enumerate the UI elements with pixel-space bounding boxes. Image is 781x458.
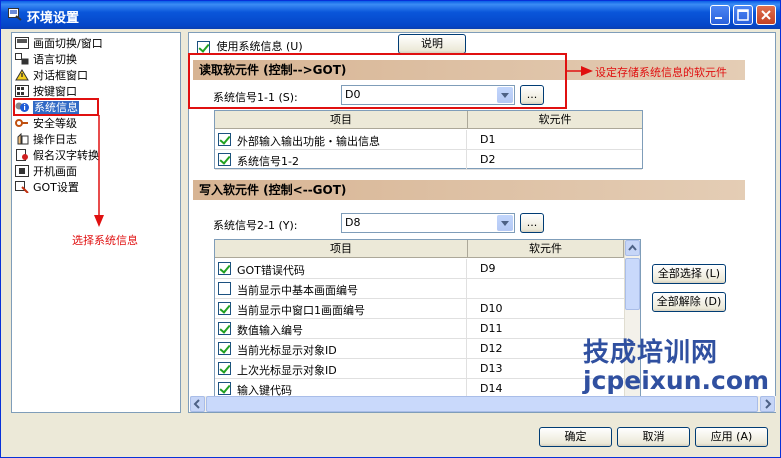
table-row[interactable]: 当前光标显示对象ID D12 [215, 339, 624, 359]
screen-switch-icon [15, 37, 29, 49]
column-header-item: 项目 [215, 240, 468, 258]
column-header-device: 软元件 [468, 111, 642, 129]
environment-settings-window: 环境设置 画面切换/窗口 语言切换 对话框窗口 按键窗口 系统信息 安全等级 操… [0, 0, 781, 458]
tree-item-language[interactable]: 语言切换 [15, 52, 77, 68]
window-title: 环境设置 [27, 11, 80, 26]
use-system-info-checkbox[interactable] [197, 40, 210, 54]
chevron-up-icon [628, 244, 637, 251]
tree-item-startup[interactable]: 开机画面 [15, 164, 77, 180]
apply-button[interactable]: 应用 (A) [695, 427, 768, 447]
column-header-device: 软元件 [468, 240, 624, 258]
scroll-left-button[interactable] [190, 396, 205, 412]
select-all-button[interactable]: 全部选择 (L) [652, 264, 726, 284]
use-system-info-label: 使用系统信息 (U) [216, 40, 303, 53]
language-icon [15, 53, 29, 65]
startup-icon [15, 165, 29, 177]
row-checkbox[interactable] [218, 382, 231, 395]
panel-horizontal-scrollbar[interactable] [190, 396, 776, 412]
row-checkbox[interactable] [218, 362, 231, 375]
tree-item-screen-switch[interactable]: 画面切换/窗口 [15, 36, 103, 52]
explain-button[interactable]: 说明 [398, 34, 466, 54]
close-button[interactable] [756, 5, 776, 25]
tree-item-got-settings[interactable]: GOT设置 [15, 180, 79, 196]
scroll-right-button[interactable] [760, 396, 775, 412]
table-row[interactable]: 当前显示中窗口1画面编号 D10 [215, 299, 624, 319]
row-checkbox[interactable] [218, 342, 231, 355]
table-row[interactable]: 当前显示中基本画面编号 [215, 279, 624, 299]
write-browse-button[interactable]: ... [520, 213, 544, 233]
minimize-icon [715, 17, 722, 19]
row-checkbox[interactable] [218, 133, 231, 146]
row-checkbox[interactable] [218, 153, 231, 166]
horizontal-scroll-thumb[interactable] [206, 396, 758, 412]
table-row[interactable]: 外部输入输出功能・输出信息 D1 [215, 130, 642, 150]
row-checkbox[interactable] [218, 282, 231, 295]
row-checkbox[interactable] [218, 302, 231, 315]
write-section-header: 写入软元件 (控制<--GOT) [193, 180, 745, 200]
highlight-system-info [13, 98, 99, 116]
tree-item-kana-kanji[interactable]: 假名汉字转换 [15, 148, 99, 164]
minimize-button[interactable] [710, 5, 730, 25]
maximize-icon [737, 9, 749, 21]
highlight-read-device [188, 53, 567, 109]
column-header-item: 项目 [215, 111, 468, 129]
cancel-button[interactable]: 取消 [617, 427, 690, 447]
table-row[interactable]: 上次光标显示对象ID D13 [215, 359, 624, 379]
kana-kanji-icon [16, 149, 28, 161]
ok-button[interactable]: 确定 [539, 427, 612, 447]
write-signal-label: 系统信号2-1 (Y): [213, 219, 298, 232]
title-bar[interactable]: 环境设置 [1, 1, 780, 29]
use-system-info-option[interactable]: 使用系统信息 (U) [197, 38, 303, 54]
security-icon [15, 119, 28, 127]
table-row[interactable]: 数值输入编号 D11 [215, 319, 624, 339]
watermark-title: 技成培训网 [583, 338, 719, 368]
tree-item-dialog[interactable]: 对话框窗口 [15, 68, 88, 84]
clear-all-button[interactable]: 全部解除 (D) [652, 292, 726, 312]
arrow-down-icon [94, 115, 104, 227]
window-app-icon [8, 8, 22, 21]
scroll-thumb[interactable] [625, 258, 640, 310]
dialog-icon [15, 69, 29, 81]
read-device-table: 项目 软元件 外部输入输出功能・输出信息 D1 系统信号1-2 D2 [214, 110, 643, 170]
scroll-up-button[interactable] [625, 240, 640, 256]
row-checkbox[interactable] [218, 262, 231, 275]
chevron-right-icon [765, 399, 772, 409]
got-settings-icon [15, 181, 29, 193]
log-icon [17, 133, 29, 145]
write-device-table: 项目 软元件 GOT错误代码 D9 当前显示中基本画面编号 当前显示中窗口1画面… [214, 239, 641, 400]
keypad-icon [15, 85, 29, 97]
annotation-select-system-info: 选择系统信息 [72, 234, 138, 247]
table-row[interactable]: GOT错误代码 D9 [215, 259, 624, 279]
row-checkbox[interactable] [218, 322, 231, 335]
chevron-down-icon[interactable] [497, 215, 513, 231]
annotation-set-device: 设定存储系统信息的软元件 [595, 66, 727, 79]
close-icon [761, 10, 771, 20]
maximize-button[interactable] [733, 5, 753, 25]
table-row[interactable]: 系统信号1-2 D2 [215, 150, 642, 170]
chevron-left-icon [193, 399, 200, 409]
tree-item-security[interactable]: 安全等级 [15, 116, 77, 132]
write-signal-select[interactable]: D8 [341, 213, 515, 233]
arrow-right-icon [567, 66, 593, 76]
tree-item-log[interactable]: 操作日志 [15, 132, 77, 148]
watermark-url: jcpeixun.com [583, 366, 770, 395]
